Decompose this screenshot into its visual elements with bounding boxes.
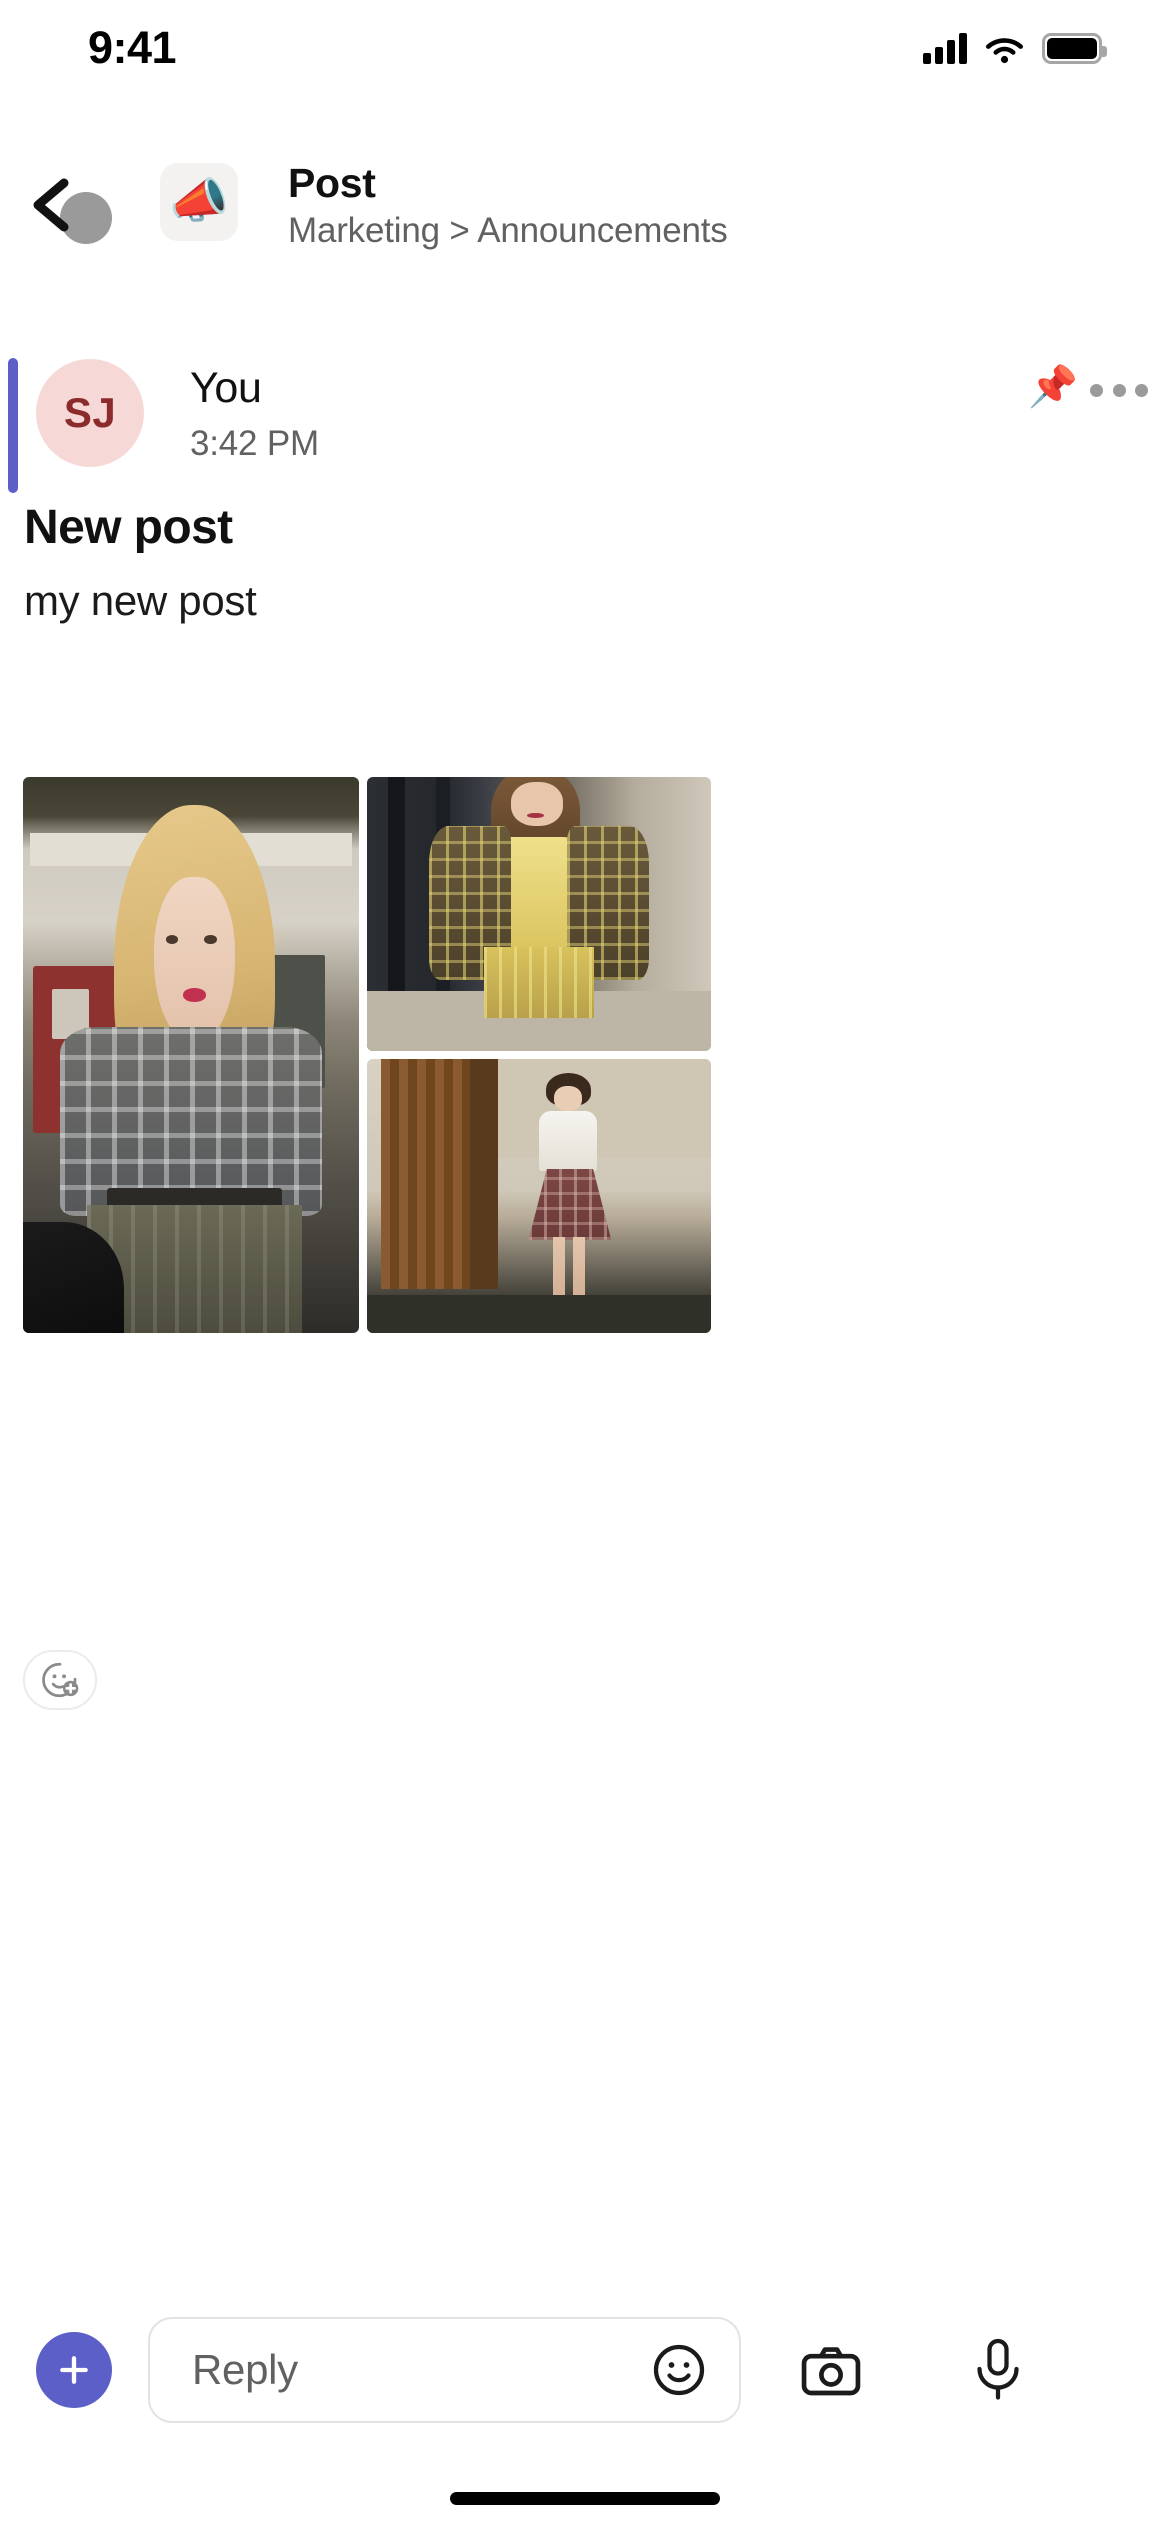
back-chevron-icon bbox=[33, 178, 69, 232]
add-reaction-button[interactable] bbox=[23, 1650, 97, 1710]
pin-glyph: 📌 bbox=[1028, 365, 1078, 409]
battery-full-icon bbox=[1042, 33, 1107, 64]
post-title: New post bbox=[24, 501, 233, 554]
home-indicator bbox=[450, 2492, 720, 2505]
post-timestamp: 3:42 PM bbox=[190, 424, 319, 464]
avatar[interactable]: SJ bbox=[36, 359, 144, 467]
megaphone-glyph: 📣 bbox=[169, 175, 229, 228]
nav-title-group: Post Marketing > Announcements bbox=[288, 160, 728, 251]
microphone-icon[interactable] bbox=[968, 2334, 1028, 2408]
page-title: Post bbox=[288, 160, 376, 206]
post-meta: You 3:42 PM bbox=[190, 364, 319, 464]
signal-bars-icon bbox=[923, 33, 967, 64]
wifi-icon bbox=[986, 38, 1023, 64]
camera-icon[interactable] bbox=[798, 2338, 864, 2404]
post-body: my new post bbox=[24, 577, 257, 624]
megaphone-icon: 📣 bbox=[160, 163, 238, 241]
breadcrumb[interactable]: Marketing > Announcements bbox=[288, 211, 728, 251]
reply-bar: Reply bbox=[0, 2290, 1170, 2450]
add-attachment-button[interactable] bbox=[36, 2332, 112, 2408]
status-bar-time: 9:41 bbox=[88, 22, 177, 73]
post-author: You bbox=[190, 364, 262, 412]
attachment-image-3[interactable] bbox=[367, 1059, 711, 1333]
emoji-smiley-icon[interactable] bbox=[649, 2340, 709, 2400]
plus-icon bbox=[60, 2356, 88, 2384]
pin-icon[interactable]: 📌 bbox=[1028, 367, 1078, 407]
app-screen: 9:41 📣 Post Marketing > Announcements SJ… bbox=[0, 0, 1170, 2532]
status-bar-indicators bbox=[923, 28, 1107, 64]
reply-placeholder: Reply bbox=[192, 2346, 298, 2393]
status-bar: 9:41 bbox=[0, 0, 1170, 92]
more-options-icon[interactable] bbox=[1090, 375, 1148, 405]
back-button[interactable] bbox=[24, 168, 112, 244]
reply-input[interactable]: Reply bbox=[148, 2317, 741, 2423]
nav-header: 📣 Post Marketing > Announcements bbox=[0, 150, 1170, 260]
attachment-image-1[interactable] bbox=[23, 777, 359, 1333]
post-accent-bar bbox=[8, 358, 18, 493]
attachment-image-2[interactable] bbox=[367, 777, 711, 1051]
avatar-initials: SJ bbox=[63, 389, 117, 436]
add-reaction-icon bbox=[42, 1662, 79, 1698]
attachment-grid bbox=[23, 777, 711, 1333]
